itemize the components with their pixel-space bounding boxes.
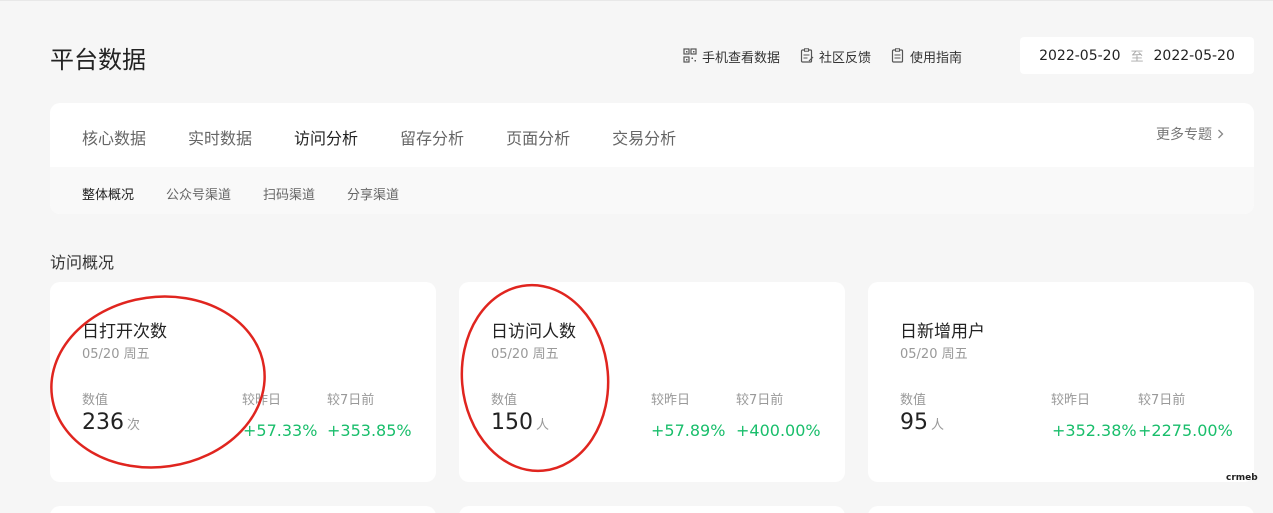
page-title: 平台数据 xyxy=(50,46,146,74)
feedback-icon xyxy=(800,48,814,63)
stat-value: 95 人 xyxy=(900,410,944,435)
vs-7days-label: 较7日前 xyxy=(327,393,375,408)
stat-value: 236 次 xyxy=(82,410,140,435)
value-label: 数值 xyxy=(82,393,109,408)
subtab-official-account[interactable]: 公众号渠道 xyxy=(166,184,231,203)
start-date: 2022-05-20 xyxy=(1039,47,1121,64)
vs-7days-value: +2275.00% xyxy=(1138,421,1233,440)
channel-subtabs: 整体概况 公众号渠道 扫码渠道 分享渠道 xyxy=(82,184,431,203)
value-label: 数值 xyxy=(491,393,518,408)
tab-core-data[interactable]: 核心数据 xyxy=(82,125,146,149)
user-guide-label: 使用指南 xyxy=(910,50,963,66)
subtab-qr-scan[interactable]: 扫码渠道 xyxy=(263,184,315,203)
tab-realtime-data[interactable]: 实时数据 xyxy=(188,125,252,149)
mobile-view-link[interactable]: 手机查看数据 xyxy=(683,46,780,66)
community-feedback-label: 社区反馈 xyxy=(819,50,872,66)
vs-yesterday-value: +57.89% xyxy=(651,421,726,440)
stat-card-daily-opens: 日打开次数 05/20 周五 数值 较昨日 较7日前 236 次 +57.33% … xyxy=(50,282,436,482)
vs-yesterday-label: 较昨日 xyxy=(242,393,282,408)
stat-unit: 人 xyxy=(536,418,550,433)
chevron-right-icon xyxy=(1218,129,1224,139)
stat-card-partial xyxy=(50,506,436,513)
stat-card-partial xyxy=(459,506,845,513)
date-range-picker[interactable]: 2022-05-20 至 2022-05-20 xyxy=(1020,37,1254,74)
tab-retention-analysis[interactable]: 留存分析 xyxy=(400,125,464,149)
header-links: 手机查看数据 社区反馈 使用指南 xyxy=(683,46,982,66)
community-feedback-link[interactable]: 社区反馈 xyxy=(800,46,871,66)
end-date: 2022-05-20 xyxy=(1153,47,1235,64)
card-title: 日新增用户 xyxy=(900,322,985,342)
vs-7days-value: +353.85% xyxy=(327,421,412,440)
watermark-logo: crmeb xyxy=(1226,473,1258,483)
guide-icon xyxy=(891,48,904,63)
vs-yesterday-value: +57.33% xyxy=(243,421,318,440)
more-topics-link[interactable]: 更多专题 xyxy=(1156,124,1224,144)
vs-7days-label: 较7日前 xyxy=(1138,393,1186,408)
tab-page-analysis[interactable]: 页面分析 xyxy=(506,125,570,149)
stat-card-partial xyxy=(868,506,1254,513)
analysis-nav-card: 核心数据 实时数据 访问分析 留存分析 页面分析 交易分析 更多专题 整体概况 … xyxy=(50,103,1254,214)
stat-unit: 人 xyxy=(931,418,945,433)
main-tabs: 核心数据 实时数据 访问分析 留存分析 页面分析 交易分析 xyxy=(82,125,718,149)
card-date: 05/20 周五 xyxy=(491,347,559,362)
vs-yesterday-label: 较昨日 xyxy=(1051,393,1091,408)
user-guide-link[interactable]: 使用指南 xyxy=(891,46,962,66)
stat-value: 150 人 xyxy=(491,410,549,435)
stat-unit: 次 xyxy=(127,418,141,433)
vs-yesterday-label: 较昨日 xyxy=(651,393,691,408)
stat-card-daily-visitors: 日访问人数 05/20 周五 数值 较昨日 较7日前 150 人 +57.89% … xyxy=(459,282,845,482)
card-title: 日打开次数 xyxy=(82,322,167,342)
qr-code-icon xyxy=(683,48,697,63)
subtab-overview[interactable]: 整体概况 xyxy=(82,184,134,203)
section-title: 访问概况 xyxy=(50,253,115,272)
vs-yesterday-value: +352.38% xyxy=(1052,421,1137,440)
mobile-view-label: 手机查看数据 xyxy=(702,50,781,66)
top-divider xyxy=(0,0,1273,1)
vs-7days-label: 较7日前 xyxy=(736,393,784,408)
subtab-bar: 整体概况 公众号渠道 扫码渠道 分享渠道 xyxy=(50,167,1254,214)
stat-number: 236 xyxy=(82,410,124,435)
card-title: 日访问人数 xyxy=(491,322,576,342)
tab-transaction-analysis[interactable]: 交易分析 xyxy=(612,125,676,149)
card-date: 05/20 周五 xyxy=(82,347,150,362)
vs-7days-value: +400.00% xyxy=(736,421,821,440)
tab-visit-analysis[interactable]: 访问分析 xyxy=(294,125,358,149)
more-topics-label: 更多专题 xyxy=(1156,127,1212,143)
stat-card-new-users: 日新增用户 05/20 周五 数值 较昨日 较7日前 95 人 +352.38% … xyxy=(868,282,1254,482)
subtab-share[interactable]: 分享渠道 xyxy=(347,184,399,203)
card-date: 05/20 周五 xyxy=(900,347,968,362)
value-label: 数值 xyxy=(900,393,927,408)
stat-number: 150 xyxy=(491,410,533,435)
stat-number: 95 xyxy=(900,410,928,435)
date-separator: 至 xyxy=(1130,50,1144,65)
